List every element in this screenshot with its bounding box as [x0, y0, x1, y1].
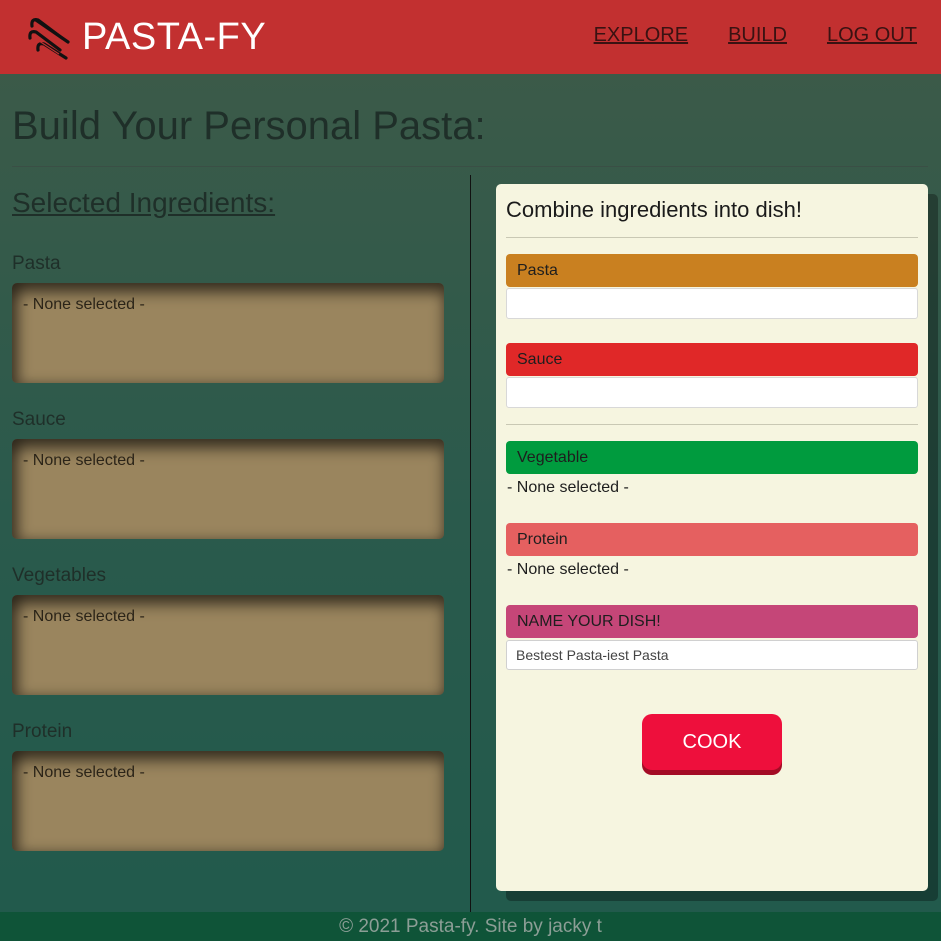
brand-name: PASTA-FY: [82, 15, 267, 58]
protein-category-bar: Protein: [506, 523, 918, 556]
vegetable-category-label: Vegetable: [517, 449, 589, 466]
navbar: PASTA-FY EXPLORE BUILD LOG OUT: [0, 0, 941, 74]
combine-card: Combine ingredients into dish! Pasta Sau…: [496, 184, 928, 891]
sauce-category-bar: Sauce: [506, 343, 918, 376]
vegetable-none-text: - None selected -: [507, 479, 629, 496]
page-title: Build Your Personal Pasta:: [12, 104, 486, 148]
pasta-label: Pasta: [12, 253, 61, 274]
cook-button[interactable]: COOK: [642, 714, 782, 770]
nav-logout-link[interactable]: LOG OUT: [827, 24, 917, 47]
protein-label: Protein: [12, 721, 73, 742]
name-dish-bar: NAME YOUR DISH!: [506, 605, 918, 638]
pasta-selection-box[interactable]: - None selected -: [12, 283, 444, 383]
vegetable-category-bar: Vegetable: [506, 441, 918, 474]
card-divider-middle: [506, 424, 918, 425]
pasta-logo-icon: [28, 18, 70, 60]
footer: © 2021 Pasta-fy. Site by jacky t: [0, 912, 941, 941]
brand[interactable]: PASTA-FY: [26, 14, 266, 60]
nav-links: EXPLORE BUILD LOG OUT: [594, 24, 917, 47]
title-divider: [12, 166, 928, 167]
vegetables-selection-text: - None selected -: [23, 608, 145, 625]
protein-none-text: - None selected -: [507, 561, 629, 578]
pasta-selection-text: - None selected -: [23, 296, 145, 313]
dish-name-input[interactable]: [506, 640, 918, 670]
vegetables-label: Vegetables: [12, 565, 107, 586]
column-divider: [470, 175, 471, 912]
selected-ingredients-heading: Selected Ingredients:: [12, 187, 276, 218]
nav-build-link[interactable]: BUILD: [728, 24, 787, 47]
combine-title: Combine ingredients into dish!: [506, 197, 802, 222]
pasta-category-label: Pasta: [517, 262, 558, 279]
sauce-label: Sauce: [12, 409, 66, 430]
name-dish-label: NAME YOUR DISH!: [517, 613, 661, 630]
pasta-category-bar: Pasta: [506, 254, 918, 287]
footer-text: © 2021 Pasta-fy. Site by jacky t: [339, 916, 602, 937]
protein-selection-box[interactable]: - None selected -: [12, 751, 444, 851]
protein-selection-text: - None selected -: [23, 764, 145, 781]
sauce-selection-text: - None selected -: [23, 452, 145, 469]
card-divider-top: [506, 237, 918, 238]
protein-category-label: Protein: [517, 531, 568, 548]
sauce-drop-field[interactable]: [506, 377, 918, 408]
vegetables-selection-box[interactable]: - None selected -: [12, 595, 444, 695]
nav-explore-link[interactable]: EXPLORE: [594, 24, 688, 47]
pasta-drop-field[interactable]: [506, 288, 918, 319]
sauce-category-label: Sauce: [517, 351, 563, 368]
sauce-selection-box[interactable]: - None selected -: [12, 439, 444, 539]
